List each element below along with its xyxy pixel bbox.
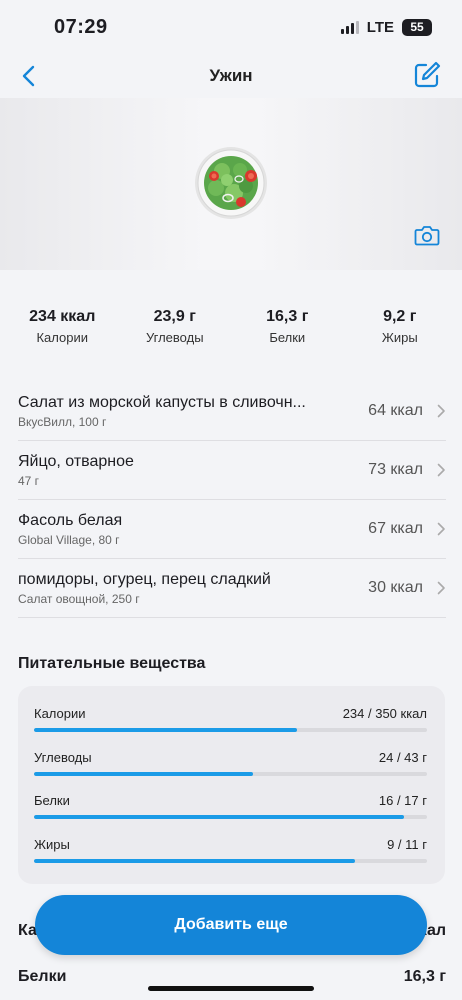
nutrient-calories: Калории 234 / 350 ккал bbox=[34, 706, 427, 750]
add-more-button[interactable]: Добавить еще bbox=[35, 895, 427, 955]
progress-fill bbox=[34, 728, 297, 732]
nutrient-value: 16 / 17 г bbox=[378, 793, 427, 808]
food-list-item[interactable]: помидоры, огурец, перец сладкий Салат ов… bbox=[18, 559, 446, 618]
macro-protein: 16,3 г Белки bbox=[237, 296, 337, 356]
progress-fill bbox=[34, 771, 254, 776]
summary-label: Белки bbox=[18, 968, 67, 985]
food-details: Салат овощной, 250 г bbox=[18, 591, 140, 606]
food-calories: 67 ккал bbox=[368, 520, 423, 537]
nutrient-protein: Белки 16 / 17 г bbox=[34, 793, 427, 837]
nutrient-label: Жиры bbox=[34, 836, 70, 852]
status-bar: 07:29 LTE 55 bbox=[0, 0, 462, 54]
nutrient-value: 9 / 11 г bbox=[387, 836, 427, 852]
page-title: Ужин bbox=[209, 66, 253, 85]
food-name: помидоры, огурец, перец сладкий bbox=[18, 570, 271, 588]
network-label: LTE bbox=[366, 18, 394, 36]
macro-label: Жиры bbox=[381, 330, 418, 345]
summary-value: 16,3 г bbox=[403, 968, 446, 985]
food-list-item[interactable]: Фасоль белая Global Village, 80 г 67 кка… bbox=[18, 500, 446, 559]
food-details: ВкусВилл, 100 г bbox=[18, 414, 107, 429]
nutrients-card: Калории 234 / 350 ккал Углеводы 24 / 43 … bbox=[18, 686, 445, 884]
status-indicators: LTE 55 bbox=[340, 18, 432, 36]
food-name: Яйцо, отварное bbox=[18, 452, 134, 470]
nutrient-label: Белки bbox=[34, 793, 70, 808]
macro-calories: 234 ккал Калории bbox=[12, 296, 112, 356]
edit-icon[interactable] bbox=[412, 60, 442, 90]
progress-track bbox=[34, 728, 427, 732]
food-name: Салат из морской капусты в сливочн... bbox=[18, 393, 306, 411]
macro-carbs: 23,9 г Углеводы bbox=[125, 296, 225, 356]
macros-summary: 234 ккал Калории 23,9 г Углеводы 16,3 г … bbox=[0, 296, 462, 356]
progress-track bbox=[34, 815, 427, 819]
nutrient-value: 24 / 43 г bbox=[378, 749, 427, 765]
food-calories: 73 ккал bbox=[368, 461, 423, 478]
macro-label: Калории bbox=[36, 330, 89, 345]
food-list: Салат из морской капусты в сливочн... Вк… bbox=[18, 382, 446, 618]
chevron-right-icon bbox=[437, 522, 445, 536]
nutrient-carbs: Углеводы 24 / 43 г bbox=[34, 750, 427, 794]
macro-value: 9,2 г bbox=[383, 308, 417, 325]
chevron-right-icon bbox=[437, 581, 445, 595]
food-calories: 64 ккал bbox=[368, 402, 423, 419]
chevron-right-icon bbox=[437, 404, 445, 418]
macro-value: 16,3 г bbox=[266, 308, 309, 325]
macro-value: 234 ккал bbox=[29, 308, 96, 325]
progress-track bbox=[34, 858, 427, 863]
nutrient-label: Калории bbox=[34, 706, 86, 721]
food-list-item[interactable]: Салат из морской капусты в сливочн... Вк… bbox=[18, 382, 446, 441]
food-calories: 30 ккал bbox=[368, 579, 423, 596]
nutrient-value: 234 / 350 ккал bbox=[342, 706, 427, 721]
camera-icon[interactable] bbox=[414, 224, 440, 246]
battery-icon: 55 bbox=[402, 18, 432, 36]
salad-plate-icon bbox=[195, 147, 267, 219]
macro-value: 23,9 г bbox=[153, 308, 196, 325]
food-details: 47 г bbox=[18, 473, 40, 488]
nutrient-fat: Жиры 9 / 11 г bbox=[34, 837, 427, 881]
macro-fat: 9,2 г Жиры bbox=[350, 296, 450, 356]
progress-track bbox=[34, 771, 427, 776]
nav-bar: Ужин bbox=[0, 54, 462, 98]
home-indicator bbox=[148, 986, 314, 991]
nutrients-title: Питательные вещества bbox=[18, 655, 206, 672]
progress-fill bbox=[34, 858, 356, 863]
food-list-item[interactable]: Яйцо, отварное 47 г 73 ккал bbox=[18, 441, 446, 500]
signal-icon bbox=[340, 20, 359, 34]
chevron-left-icon[interactable] bbox=[16, 62, 44, 90]
chevron-right-icon bbox=[437, 463, 445, 477]
macro-label: Углеводы bbox=[145, 330, 204, 345]
status-time: 07:29 bbox=[54, 15, 108, 38]
food-name: Фасоль белая bbox=[18, 511, 123, 529]
meal-photo-area bbox=[0, 98, 462, 270]
macro-label: Белки bbox=[269, 330, 306, 345]
progress-fill bbox=[34, 815, 404, 819]
nutrient-label: Углеводы bbox=[34, 749, 92, 765]
summary-row: Белки 16,3 г bbox=[18, 968, 446, 1000]
food-details: Global Village, 80 г bbox=[18, 532, 120, 547]
